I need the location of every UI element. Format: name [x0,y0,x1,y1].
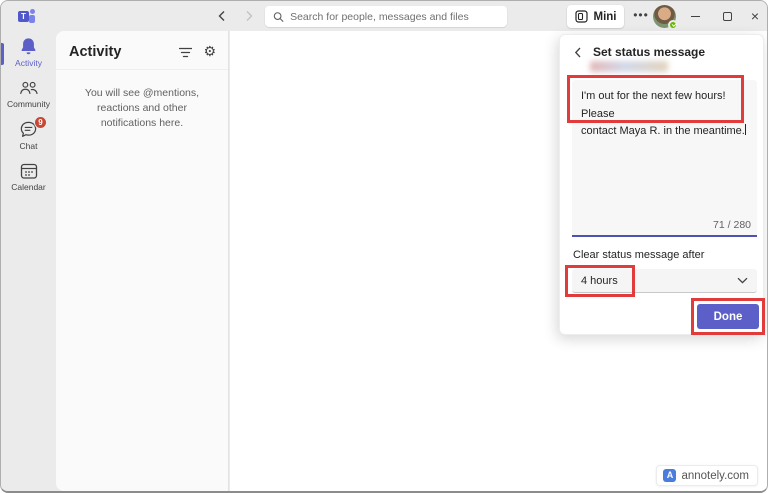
gear-icon: ⚙ [203,44,216,60]
clear-status-label: Clear status message after [573,249,704,261]
empty-state-line: You will see @mentions, [56,86,228,101]
sidebar-label-calendar: Calendar [11,182,46,192]
sidebar-item-calendar[interactable]: Calendar [1,156,56,197]
filter-icon [179,47,192,58]
done-button[interactable]: Done [697,304,759,329]
people-icon [19,79,39,97]
activity-panel: Activity ⚙ You will see @mentions, react… [56,31,229,491]
chat-badge: 9 [34,116,47,129]
activity-empty-state: You will see @mentions, reactions and ot… [56,86,228,132]
sidebar-item-chat[interactable]: 9 Chat [1,114,56,156]
sidebar-item-community[interactable]: Community [1,73,56,114]
active-indicator [1,43,4,65]
search-bar[interactable] [265,6,507,27]
watermark-text: annotely.com [681,470,749,482]
status-message-line2: contact Maya R. in the meantime. [581,123,749,141]
back-button[interactable] [214,8,230,24]
search-input[interactable] [290,11,499,23]
chevron-left-icon [217,10,227,22]
filter-button[interactable] [179,47,192,58]
blurred-user-name [590,61,668,72]
teams-window: T Mini ••• × [0,0,768,493]
mini-button-label: Mini [594,11,617,23]
status-available-icon [668,20,678,30]
mini-window-icon [575,10,588,23]
sidebar-item-activity[interactable]: Activity [1,31,56,73]
sidebar-label-community: Community [7,99,50,109]
forward-button[interactable] [241,8,257,24]
maximize-icon [723,12,732,21]
titlebar: T Mini ••• × [1,1,767,31]
mini-mode-button[interactable]: Mini [567,5,624,28]
status-panel-title: Set status message [593,45,705,59]
calendar-icon [20,162,38,180]
minimize-icon [691,16,700,17]
chevron-left-icon [574,47,582,58]
search-icon [273,11,284,23]
dropdown-selected-value: 4 hours [581,275,737,287]
close-button[interactable]: × [746,8,764,24]
activity-panel-title: Activity [69,44,179,60]
status-message-textarea[interactable]: I'm out for the next few hours! Please c… [572,80,757,237]
bell-icon [19,37,38,56]
teams-logo-letter: T [18,11,29,22]
set-status-message-panel: Set status message I'm out for the next … [559,34,764,335]
settings-button[interactable]: ⚙ [203,44,216,60]
chevron-right-icon [244,10,254,22]
more-options-button[interactable]: ••• [631,7,651,25]
close-icon: × [751,9,759,23]
empty-state-line: reactions and other [56,101,228,116]
status-back-button[interactable] [572,45,584,59]
teams-logo-icon: T [18,9,35,24]
maximize-button[interactable] [718,8,736,24]
app-rail: Activity Community 9 Chat Calendar [1,31,56,491]
clear-after-dropdown[interactable]: 4 hours [572,269,757,293]
watermark: A annotely.com [656,465,758,486]
annotely-logo-icon: A [663,469,676,482]
empty-state-line: notifications here. [56,116,228,131]
minimize-button[interactable] [686,8,704,24]
chevron-down-icon [737,277,748,284]
sidebar-label-chat: Chat [20,141,38,151]
avatar[interactable] [653,5,676,28]
character-counter: 71 / 280 [713,219,751,231]
text-caret [745,124,746,135]
status-message-line1: I'm out for the next few hours! Please [581,88,749,123]
sidebar-label-activity: Activity [15,58,42,68]
